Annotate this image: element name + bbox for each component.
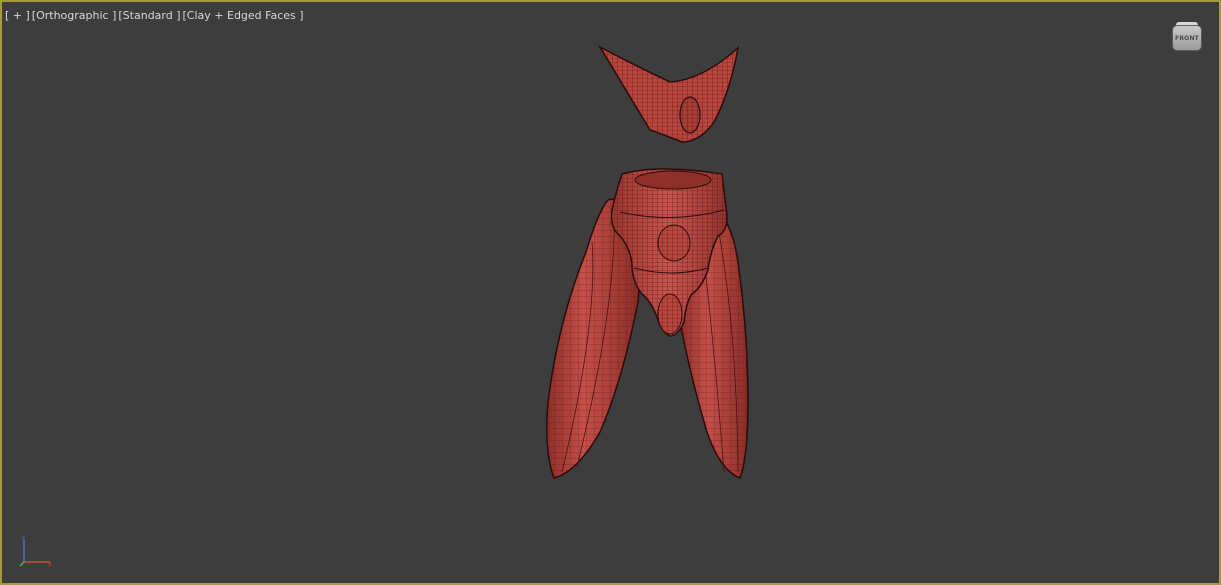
- svg-text:z: z: [22, 535, 25, 542]
- axis-tripod-icon: z x: [19, 535, 52, 568]
- svg-text:x: x: [48, 561, 52, 568]
- model-mesh[interactable]: [2, 2, 1219, 583]
- perspective-viewport[interactable]: [ + ] [Orthographic ] [Standard ] [Clay …: [0, 0, 1221, 585]
- mask-shoulder-piece[interactable]: [597, 45, 740, 143]
